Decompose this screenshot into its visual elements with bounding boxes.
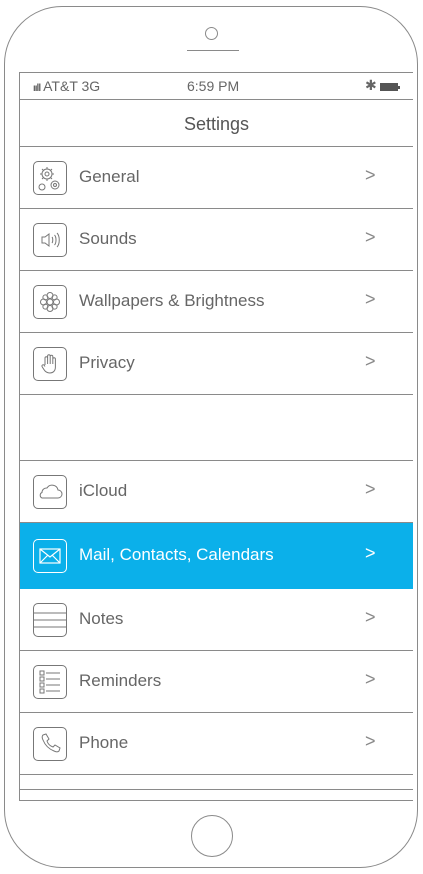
phone-icon <box>33 727 67 761</box>
chevron-right-icon: > <box>365 227 376 247</box>
bluetooth-icon: ✱ <box>365 77 377 93</box>
settings-row-icloud[interactable]: iCloud > <box>20 461 413 523</box>
chevron-right-icon: > <box>365 479 376 499</box>
settings-row-reminders[interactable]: Reminders > <box>20 651 413 713</box>
settings-row-label: Phone <box>79 733 129 752</box>
hand-icon <box>33 347 67 381</box>
cloud-icon <box>33 475 67 509</box>
chevron-right-icon: > <box>365 543 376 563</box>
settings-row-label: Mail, Contacts, Calendars <box>79 545 274 564</box>
settings-row-general[interactable]: General > <box>20 147 413 209</box>
settings-row-label: Wallpapers & Brightness <box>79 291 265 310</box>
settings-row-label: General <box>79 167 140 186</box>
reminders-icon <box>33 665 67 699</box>
chevron-right-icon: > <box>365 669 376 689</box>
chevron-right-icon: > <box>365 607 376 627</box>
status-bar: ııll AT&T 3G 6:59 PM ✱ <box>20 73 413 99</box>
settings-row-label: Notes <box>79 609 124 628</box>
flower-icon <box>33 285 67 319</box>
page-title: Settings <box>183 114 250 134</box>
battery-icon <box>380 83 400 91</box>
chevron-right-icon: > <box>365 351 376 371</box>
notes-icon <box>33 603 67 637</box>
settings-row-mail-contacts-calendars[interactable]: Mail, Contacts, Calendars > <box>20 523 413 589</box>
settings-row-label: iCloud <box>79 481 128 500</box>
signal-strength-icon: ııll <box>33 83 41 94</box>
nav-bar: Settings <box>20 99 413 147</box>
carrier-name: AT&T 3G <box>43 78 101 94</box>
speaker-icon <box>33 223 67 257</box>
settings-row-wallpapers-brightness[interactable]: Wallpapers & Brightness > <box>20 271 413 333</box>
envelope-icon <box>33 539 67 573</box>
chevron-right-icon: > <box>365 731 376 751</box>
gear-icon <box>33 161 67 195</box>
chevron-right-icon: > <box>365 165 376 185</box>
group-separator <box>20 395 413 461</box>
settings-row-notes[interactable]: Notes > <box>20 589 413 651</box>
settings-row-privacy[interactable]: Privacy > <box>20 333 413 395</box>
settings-row-label: Sounds <box>79 229 137 248</box>
status-time: 6:59 PM <box>187 78 240 94</box>
phone-screen: ııll AT&T 3G 6:59 PM ✱ Settings General >… <box>19 72 413 801</box>
front-camera <box>205 27 218 40</box>
settings-row-label: Privacy <box>79 353 135 372</box>
settings-row-label: Reminders <box>79 671 162 690</box>
earpiece-speaker <box>187 50 239 52</box>
settings-row-phone[interactable]: Phone > <box>20 713 413 775</box>
settings-row-sounds[interactable]: Sounds > <box>20 209 413 271</box>
chevron-right-icon: > <box>365 289 376 309</box>
home-button[interactable] <box>191 815 233 857</box>
list-bottom-edge <box>20 775 413 790</box>
carrier-indicator: ııll AT&T 3G <box>33 78 100 94</box>
